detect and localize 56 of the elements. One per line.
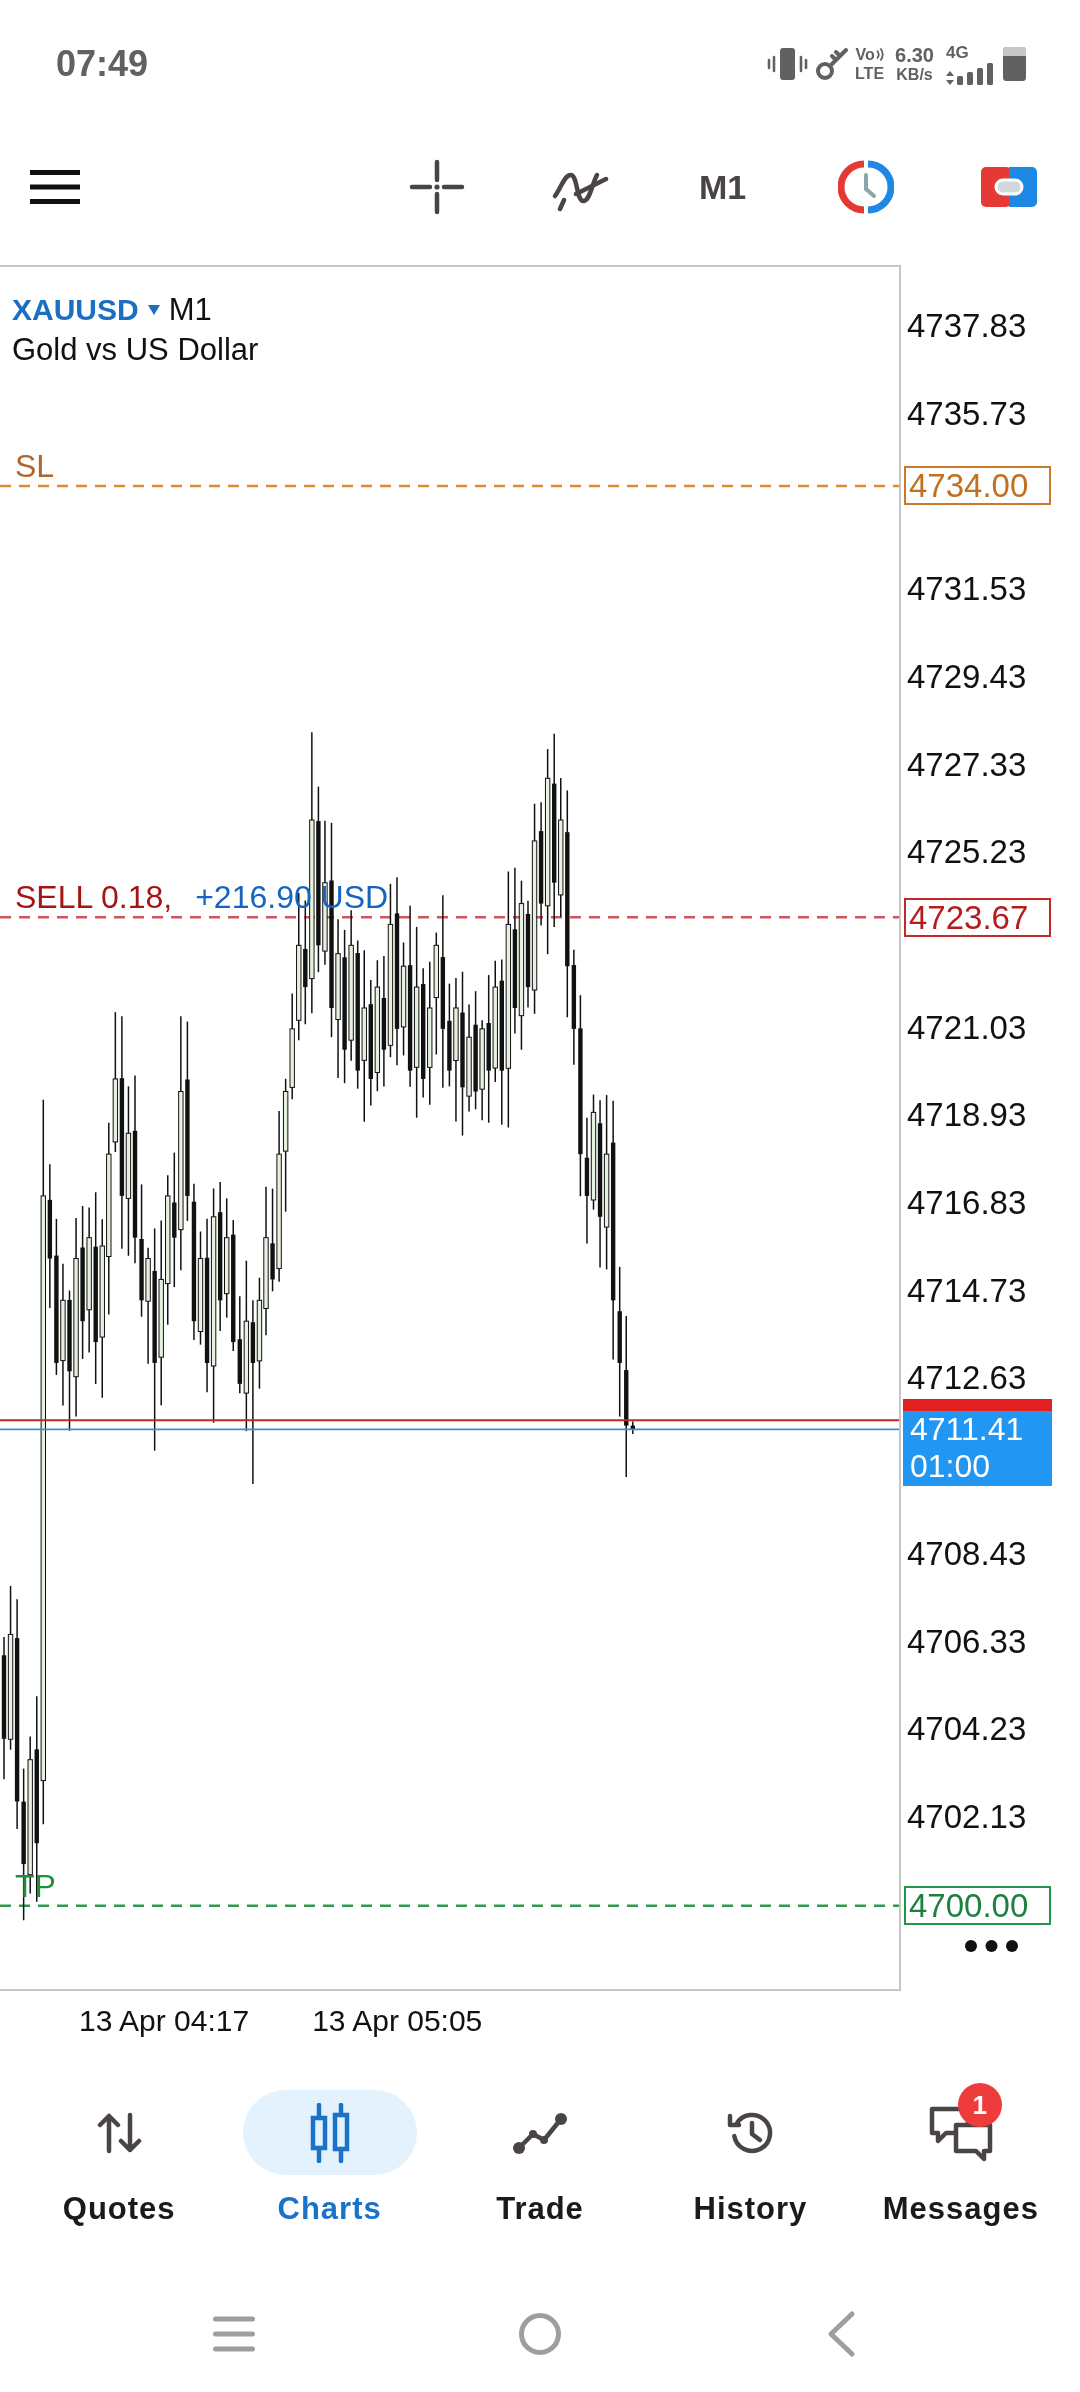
- price-axis-label: 4718.93: [907, 1095, 1027, 1136]
- network-type: 4G: [946, 43, 969, 61]
- sell-order-label: SELL 0.18,: [15, 878, 173, 918]
- key-icon: [815, 47, 850, 81]
- timeframe-label: M1: [168, 291, 212, 329]
- bar-countdown: 01:00: [910, 1447, 992, 1485]
- price-axis-label: 4708.43: [907, 1533, 1027, 1574]
- network-speed-value: 6.30: [895, 45, 934, 65]
- data-arrows-icon: [946, 70, 954, 85]
- split-square-icon[interactable]: [980, 167, 1037, 207]
- caret-icon[interactable]: [147, 305, 160, 315]
- lte-text: LTE: [855, 65, 885, 82]
- timeframe-button[interactable]: M1: [698, 167, 747, 207]
- price-axis-label: 4714.73: [907, 1270, 1027, 1311]
- network-speed-unit: KB/s: [896, 67, 933, 83]
- sell-order-price-tag: 4723.67: [904, 897, 1051, 937]
- notification-badge: 1: [957, 2083, 1002, 2127]
- menu-icon[interactable]: [30, 170, 80, 204]
- clock-icon[interactable]: [837, 159, 894, 215]
- price-axis-label: 4702.13: [907, 1796, 1027, 1837]
- home-icon[interactable]: [519, 2313, 561, 2355]
- up-down-arrows-icon: [96, 2110, 142, 2155]
- status-time: 07:49: [56, 43, 149, 85]
- more-icon[interactable]: [964, 1939, 1019, 1953]
- price-axis-label: 4716.83: [907, 1183, 1027, 1223]
- price-axis-label: 4729.43: [907, 656, 1027, 697]
- nav-tab[interactable]: History: [645, 2080, 856, 2229]
- sound-wave-icon: [875, 48, 884, 61]
- signal-icon: [957, 62, 995, 85]
- price-axis-label: 4731.53: [907, 569, 1027, 610]
- time-axis-label: 13 Apr 05:05: [312, 2004, 483, 2038]
- time-axis-label: 13 Apr 04:17: [79, 2004, 250, 2038]
- recent-apps-icon[interactable]: [213, 2316, 255, 2352]
- symbol-description: Gold vs US Dollar: [12, 331, 259, 369]
- take-profit-price-tag: 4700.00: [904, 1886, 1051, 1926]
- nav-tab[interactable]: Trade: [434, 2080, 646, 2229]
- nav-tab[interactable]: Quotes: [14, 2080, 225, 2229]
- volte-text: Vo: [855, 46, 875, 63]
- battery-icon: [1003, 47, 1026, 81]
- price-axis-label: 4737.83: [907, 306, 1027, 346]
- stop-loss-label: SL: [15, 446, 55, 486]
- price-axis-label: 4706.33: [907, 1621, 1027, 1662]
- price-axis-label: 4727.33: [907, 744, 1027, 785]
- line-chart-icon: [512, 2110, 568, 2155]
- price-axis-label: 4704.23: [907, 1709, 1027, 1750]
- vibrate-icon: [767, 48, 809, 80]
- price-axis-label: 4712.63: [907, 1358, 1027, 1399]
- nav-tab[interactable]: Charts: [224, 2080, 435, 2229]
- price-axis-label: 4735.73: [907, 393, 1027, 434]
- stop-loss-price-tag: 4734.00: [904, 466, 1051, 506]
- current-price: 4711.41: [910, 1410, 1025, 1448]
- price-axis-label: 4725.23: [907, 832, 1027, 873]
- price-axis-label: 4721.03: [907, 1007, 1027, 1048]
- symbol-selector[interactable]: XAUUSD: [12, 290, 160, 330]
- crosshair-icon[interactable]: [408, 159, 465, 215]
- nav-tab[interactable]: 1 Messages: [855, 2080, 1067, 2229]
